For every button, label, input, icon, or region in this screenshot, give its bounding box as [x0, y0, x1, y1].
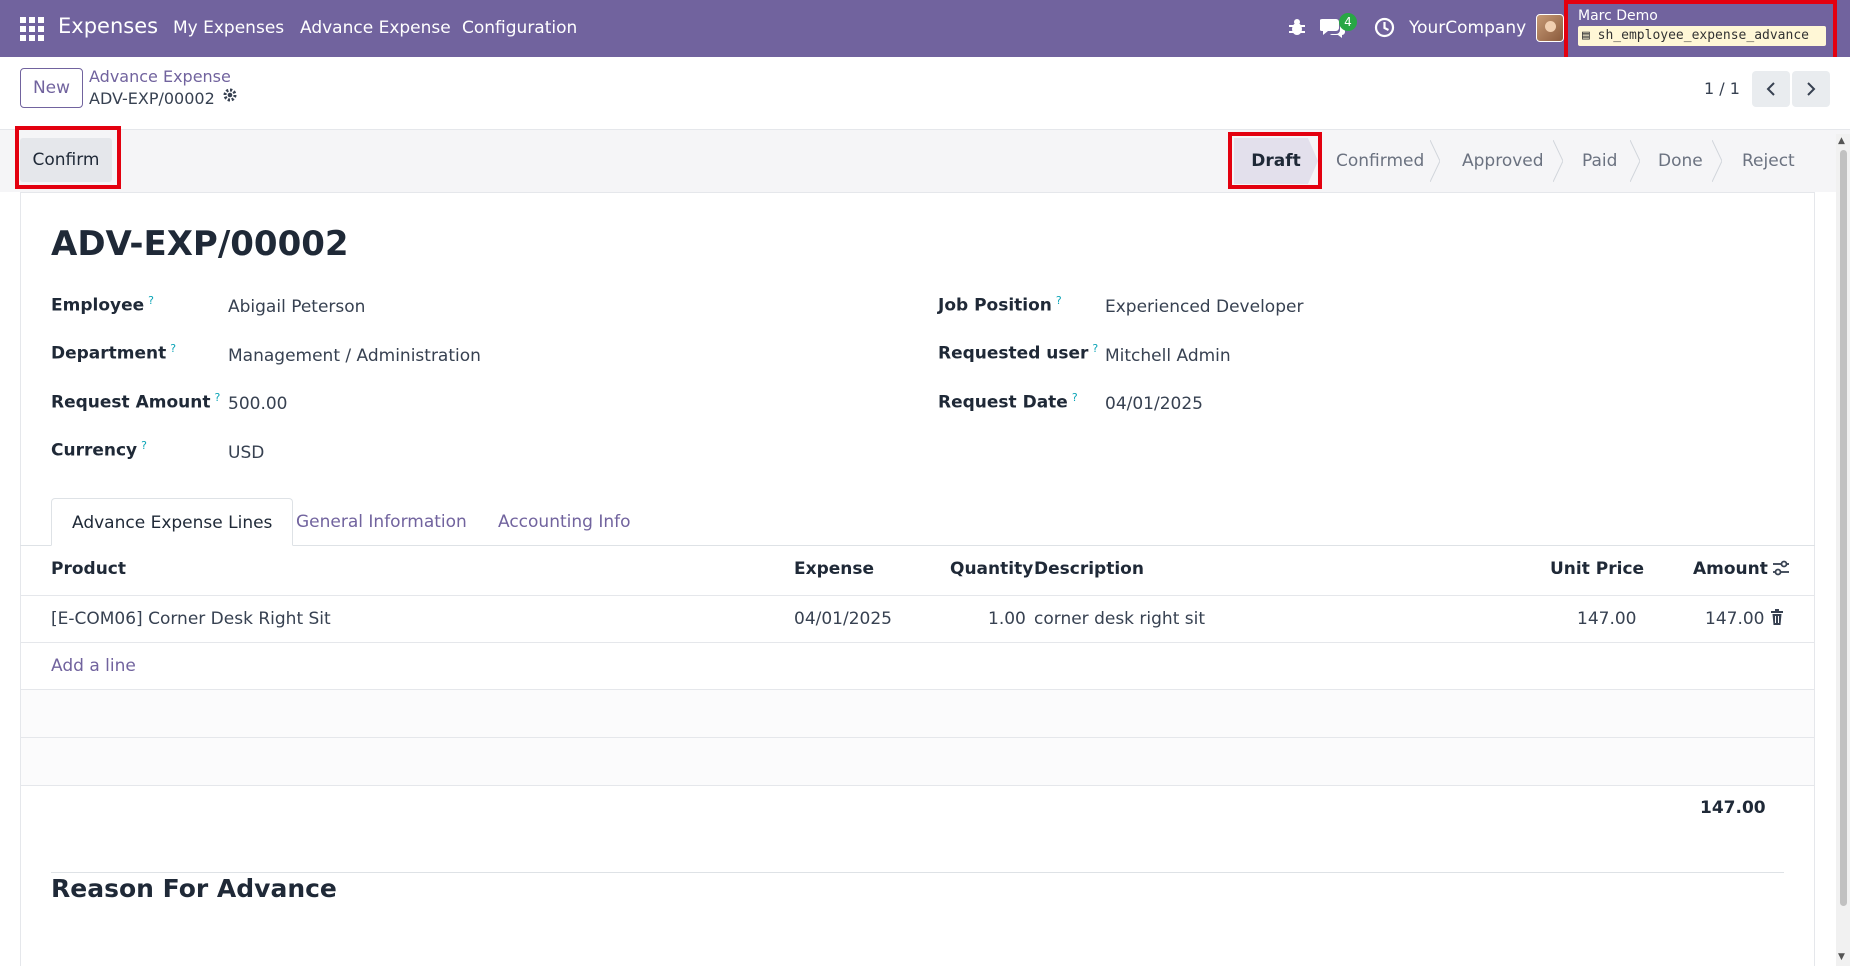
breadcrumb-current: ADV-EXP/00002	[89, 89, 215, 108]
menu-my-expenses[interactable]: My Expenses	[173, 18, 284, 38]
confirm-highlight-box	[15, 126, 121, 189]
col-header-expense[interactable]: Expense	[794, 559, 874, 579]
stage-paid[interactable]: Paid	[1582, 144, 1617, 178]
table-divider	[21, 642, 1814, 643]
col-header-description[interactable]: Description	[1034, 559, 1144, 579]
new-button[interactable]: New	[20, 68, 83, 108]
table-divider	[21, 595, 1814, 596]
currency-label: Currency?	[51, 439, 147, 461]
activity-clock-icon[interactable]	[1374, 17, 1395, 43]
job-position-label-text: Job Position	[938, 295, 1052, 316]
col-header-product[interactable]: Product	[51, 559, 126, 579]
stage-done[interactable]: Done	[1658, 144, 1703, 178]
employee-label: Employee?	[51, 294, 154, 316]
section-divider	[51, 872, 1784, 873]
lines-total: 147.00	[1700, 798, 1766, 818]
optional-columns-sliders-icon[interactable]	[1772, 560, 1790, 581]
requested-user-field[interactable]: Mitchell Admin	[1105, 346, 1231, 366]
job-position-field[interactable]: Experienced Developer	[1105, 297, 1303, 317]
row-unit-price[interactable]: 147.00	[1577, 609, 1636, 629]
tab-general-information[interactable]: General Information	[276, 498, 487, 546]
reason-section-title: Reason For Advance	[51, 874, 337, 903]
help-tooltip-icon[interactable]: ?	[170, 342, 176, 355]
app-menu-grid-icon[interactable]	[20, 17, 44, 41]
control-panel: New Advance Expense ADV-EXP/00002 1 / 1	[0, 57, 1850, 130]
request-date-label: Request Date?	[938, 391, 1078, 413]
request-amount-field[interactable]: 500.00	[228, 394, 287, 414]
request-amount-label: Request Amount?	[51, 391, 220, 413]
stage-separator-icon	[1430, 140, 1440, 182]
stage-confirmed[interactable]: Confirmed	[1336, 144, 1424, 178]
scroll-up-arrow-icon[interactable]: ▲	[1838, 136, 1845, 146]
messages-count-badge: 4	[1339, 13, 1357, 31]
tab-advance-expense-lines[interactable]: Advance Expense Lines	[51, 498, 294, 546]
app-brand[interactable]: Expenses	[58, 14, 158, 38]
gear-icon[interactable]	[222, 87, 238, 108]
col-header-amount[interactable]: Amount	[1693, 559, 1768, 579]
stage-separator-icon	[1553, 140, 1563, 182]
row-product[interactable]: [E-COM06] Corner Desk Right Sit	[51, 609, 331, 629]
department-field[interactable]: Management / Administration	[228, 346, 481, 366]
col-header-unit-price[interactable]: Unit Price	[1550, 559, 1644, 579]
stage-approved[interactable]: Approved	[1462, 144, 1544, 178]
row-expense-date[interactable]: 04/01/2025	[794, 609, 892, 629]
user-avatar[interactable]	[1536, 14, 1564, 42]
scroll-down-arrow-icon[interactable]: ▼	[1838, 952, 1845, 962]
table-divider	[21, 785, 1814, 786]
department-label-text: Department	[51, 343, 167, 364]
employee-field[interactable]: Abigail Peterson	[228, 297, 365, 317]
currency-field[interactable]: USD	[228, 443, 264, 463]
pager-next-button[interactable]	[1792, 71, 1830, 107]
stage-separator-icon	[1630, 140, 1640, 182]
help-tooltip-icon[interactable]: ?	[1056, 294, 1062, 307]
pager-previous-button[interactable]	[1752, 71, 1790, 107]
currency-label-text: Currency	[51, 440, 138, 461]
requested-user-label-text: Requested user	[938, 343, 1089, 364]
debug-bug-icon[interactable]	[1288, 17, 1306, 42]
row-quantity[interactable]: 1.00	[988, 609, 1026, 629]
job-position-label: Job Position?	[938, 294, 1062, 316]
help-tooltip-icon[interactable]: ?	[148, 294, 154, 307]
stage-separator-icon	[1712, 140, 1722, 182]
add-line-link[interactable]: Add a line	[51, 656, 136, 676]
row-description[interactable]: corner desk right sit	[1034, 609, 1205, 629]
empty-row	[21, 738, 1814, 785]
status-bar: Confirm	[0, 130, 1850, 192]
request-date-label-text: Request Date	[938, 392, 1068, 413]
col-header-quantity[interactable]: Quantity	[950, 559, 1033, 579]
menu-advance-expense[interactable]: Advance Expense	[300, 18, 451, 38]
chevron-left-icon	[1766, 82, 1775, 96]
help-tooltip-icon[interactable]: ?	[1092, 342, 1098, 355]
request-amount-label-text: Request Amount	[51, 392, 211, 413]
stage-reject[interactable]: Reject	[1742, 144, 1795, 178]
help-tooltip-icon[interactable]: ?	[141, 439, 147, 452]
trash-icon[interactable]	[1770, 609, 1784, 629]
employee-label-text: Employee	[51, 295, 145, 316]
record-title: ADV-EXP/00002	[51, 224, 349, 264]
scrollbar-thumb[interactable]	[1840, 150, 1847, 906]
chevron-right-icon	[1807, 82, 1816, 96]
draft-highlight-box	[1228, 132, 1322, 189]
empty-row	[21, 690, 1814, 737]
company-switcher[interactable]: YourCompany	[1409, 18, 1526, 38]
user-highlight-box	[1564, 0, 1837, 64]
tab-accounting-info[interactable]: Accounting Info	[478, 498, 651, 546]
pager-value[interactable]: 1 / 1	[1704, 79, 1740, 98]
request-date-field[interactable]: 04/01/2025	[1105, 394, 1203, 414]
menu-configuration[interactable]: Configuration	[462, 18, 577, 38]
breadcrumb-parent[interactable]: Advance Expense	[89, 67, 231, 86]
help-tooltip-icon[interactable]: ?	[214, 391, 220, 404]
row-amount[interactable]: 147.00	[1705, 609, 1764, 629]
help-tooltip-icon[interactable]: ?	[1072, 391, 1078, 404]
department-label: Department?	[51, 342, 176, 364]
requested-user-label: Requested user?	[938, 342, 1098, 364]
